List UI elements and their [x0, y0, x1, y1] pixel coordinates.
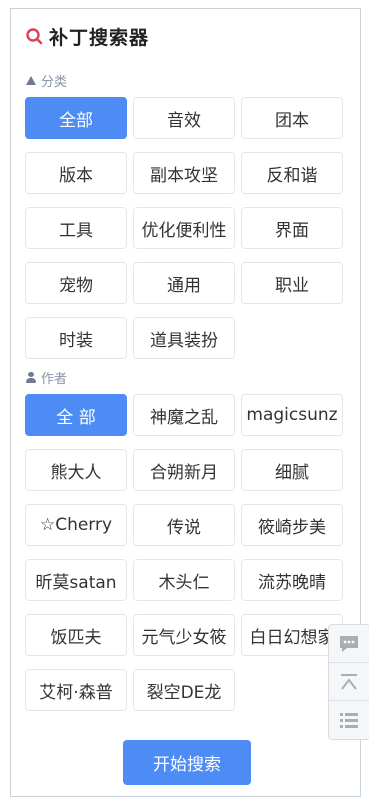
author-chip[interactable]: ☆Cherry [25, 504, 127, 546]
author-chip[interactable]: 流苏晚晴 [241, 559, 343, 601]
category-chip[interactable]: 反和谐 [241, 152, 343, 194]
category-chip[interactable]: 时装 [25, 317, 127, 359]
magnifier-icon [26, 28, 43, 45]
comment-button[interactable] [329, 625, 369, 663]
author-chip[interactable]: 传说 [133, 504, 235, 546]
back-to-top-icon [341, 673, 357, 690]
author-section-label: 作者 [26, 368, 67, 387]
category-chip[interactable]: 通用 [133, 262, 235, 304]
author-label: 作者 [41, 372, 68, 387]
author-chip[interactable]: 元气少女筱 [133, 614, 235, 656]
category-chip[interactable]: 团本 [241, 97, 343, 139]
category-chip[interactable]: 道具装扮 [133, 317, 235, 359]
author-chip[interactable]: magicsunz [241, 394, 343, 436]
author-chip[interactable]: 裂空DE龙 [133, 669, 235, 711]
author-chip[interactable]: 木头仁 [133, 559, 235, 601]
category-chip[interactable]: 宠物 [25, 262, 127, 304]
side-toolbar [328, 624, 369, 740]
start-search-button[interactable]: 开始搜索 [123, 740, 251, 785]
author-chip[interactable]: 艾柯·森普 [25, 669, 127, 711]
panel-title: 补丁搜索器 [49, 26, 150, 49]
panel-header: 补丁搜索器 [25, 24, 150, 49]
category-chip[interactable]: 工具 [25, 207, 127, 249]
author-chip[interactable]: 细腻 [241, 449, 343, 491]
comment-icon [340, 635, 358, 652]
author-chip[interactable]: 神魔之乱 [133, 394, 235, 436]
category-chip[interactable]: 副本攻坚 [133, 152, 235, 194]
category-chip[interactable]: 音效 [133, 97, 235, 139]
author-filter-grid: 全 部神魔之乱 magicsunz 熊大人 合朔新月 细腻 ☆Cherry 传说 筱崎步美昕莫… [25, 394, 343, 711]
category-filter-grid: 全部 音效 团本版本 副本攻坚 反和谐工具 优化便利性 界面宠物 通用 职业时装 道具装扮 [25, 97, 343, 359]
list-icon [340, 713, 358, 728]
list-button[interactable] [329, 701, 369, 739]
author-chip[interactable]: 熊大人 [25, 449, 127, 491]
category-chip[interactable]: 全部 [25, 97, 127, 139]
author-chip[interactable]: 饭匹夫 [25, 614, 127, 656]
author-chip[interactable]: 全 部 [25, 394, 127, 436]
category-chip[interactable]: 职业 [241, 262, 343, 304]
category-chip[interactable]: 界面 [241, 207, 343, 249]
author-chip[interactable]: 昕莫satan [25, 559, 127, 601]
author-chip[interactable]: 筱崎步美 [241, 504, 343, 546]
back-to-top-button[interactable] [329, 663, 369, 701]
person-icon [26, 372, 36, 383]
category-section-label: 分类 [26, 71, 67, 90]
category-chip[interactable]: 优化便利性 [133, 207, 235, 249]
category-label: 分类 [41, 75, 68, 90]
triangle-icon [26, 76, 36, 85]
author-chip[interactable]: 合朔新月 [133, 449, 235, 491]
patch-search-panel: 补丁搜索器 分类 全部 音效 团本版本 副本攻坚 反和谐工具 优化便利性 界面宠物 通用 职业时… [10, 8, 361, 797]
category-chip[interactable]: 版本 [25, 152, 127, 194]
